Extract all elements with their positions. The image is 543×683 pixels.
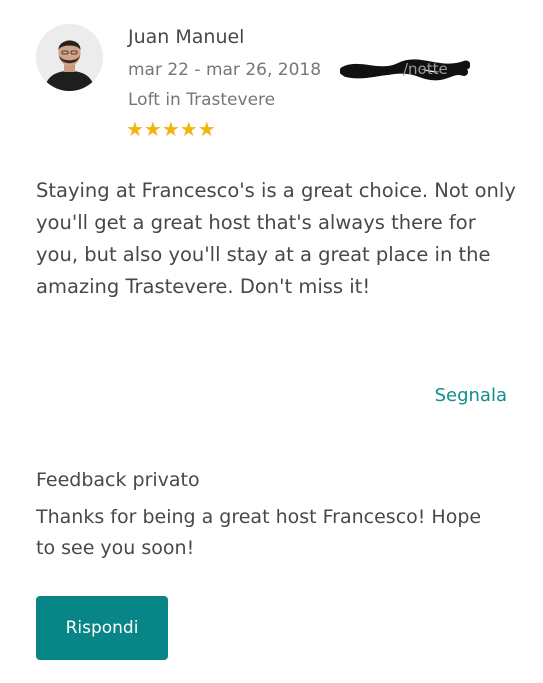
- reviewer-name: Juan Manuel: [128, 26, 245, 48]
- price-per-night-suffix: /notte: [403, 60, 448, 78]
- star-rating: ★★★★★: [126, 117, 216, 141]
- review-text: Staying at Francesco's is a great choice…: [36, 179, 516, 298]
- listing-name: Loft in Trastevere: [128, 90, 276, 110]
- report-link[interactable]: Segnala: [435, 385, 507, 406]
- private-feedback-title: Feedback privato: [36, 469, 200, 491]
- reply-button[interactable]: Rispondi: [36, 596, 168, 660]
- stay-dates: mar 22 - mar 26, 2018: [128, 60, 322, 80]
- private-feedback-text: Thanks for being a great host Francesco!…: [36, 506, 482, 559]
- reviewer-avatar: [36, 24, 103, 91]
